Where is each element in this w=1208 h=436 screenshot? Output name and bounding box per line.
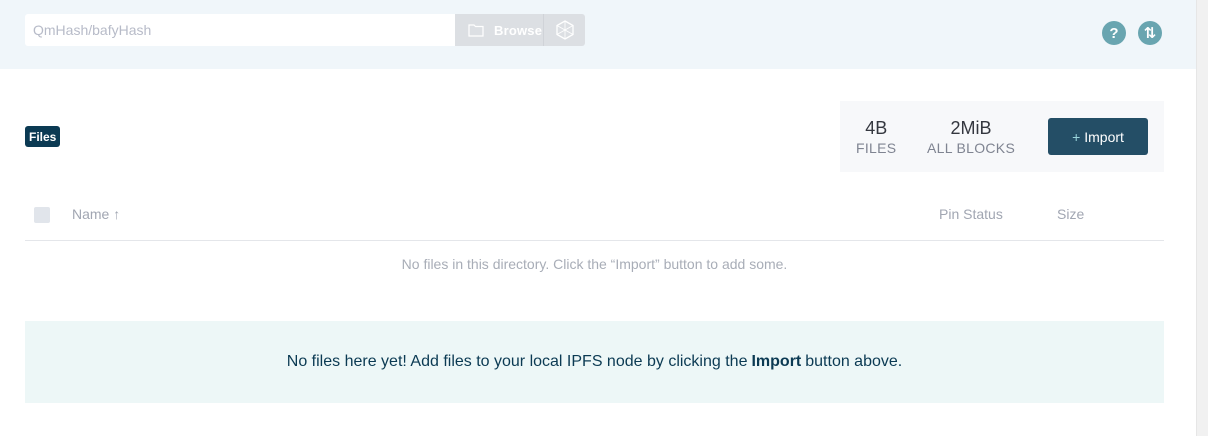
question-mark-icon[interactable]: ? xyxy=(1102,21,1126,45)
import-button[interactable]: + Import xyxy=(1048,118,1148,155)
folder-icon xyxy=(468,24,484,37)
empty-info-banner: No files here yet! Add files to your loc… xyxy=(25,321,1164,403)
all-blocks-stat: 2MiB ALL BLOCKS xyxy=(927,117,1015,157)
top-bar: Browse ? ⇅ xyxy=(0,0,1196,69)
files-size-value: 4B xyxy=(865,118,888,138)
empty-directory-message: No files in this directory. Click the “I… xyxy=(401,256,788,272)
plus-icon: + xyxy=(1072,128,1081,145)
banner-text-before: No files here yet! Add files to your loc… xyxy=(286,353,748,370)
all-blocks-value: 2MiB xyxy=(950,118,992,138)
stats-panel: 4B FILES 2MiB ALL BLOCKS + Import xyxy=(840,101,1164,172)
browse-separator xyxy=(543,14,544,46)
all-blocks-label: ALL BLOCKS xyxy=(927,140,1016,156)
peers-transfer-icon[interactable]: ⇅ xyxy=(1138,21,1162,45)
browse-label: Browse xyxy=(494,22,543,38)
browse-button[interactable]: Browse xyxy=(455,14,585,46)
files-size-label: FILES xyxy=(856,140,897,156)
column-pin-status-header[interactable]: Pin Status xyxy=(939,206,1003,222)
banner-import-emphasis: Import xyxy=(751,353,802,370)
column-size-header[interactable]: Size xyxy=(1057,206,1084,222)
vertical-scrollbar[interactable] xyxy=(1196,0,1208,436)
files-size-stat: 4B FILES xyxy=(856,117,896,157)
file-table-header: Name ↑ Pin Status Size xyxy=(25,200,1164,241)
banner-text-after: button above. xyxy=(805,353,903,370)
path-search-input[interactable] xyxy=(25,14,455,46)
ipfs-cube-icon[interactable] xyxy=(555,20,575,40)
import-label: Import xyxy=(1084,128,1124,145)
select-all-checkbox[interactable] xyxy=(34,207,50,223)
column-name-header[interactable]: Name ↑ xyxy=(72,206,120,222)
breadcrumb-files[interactable]: Files xyxy=(25,126,61,147)
